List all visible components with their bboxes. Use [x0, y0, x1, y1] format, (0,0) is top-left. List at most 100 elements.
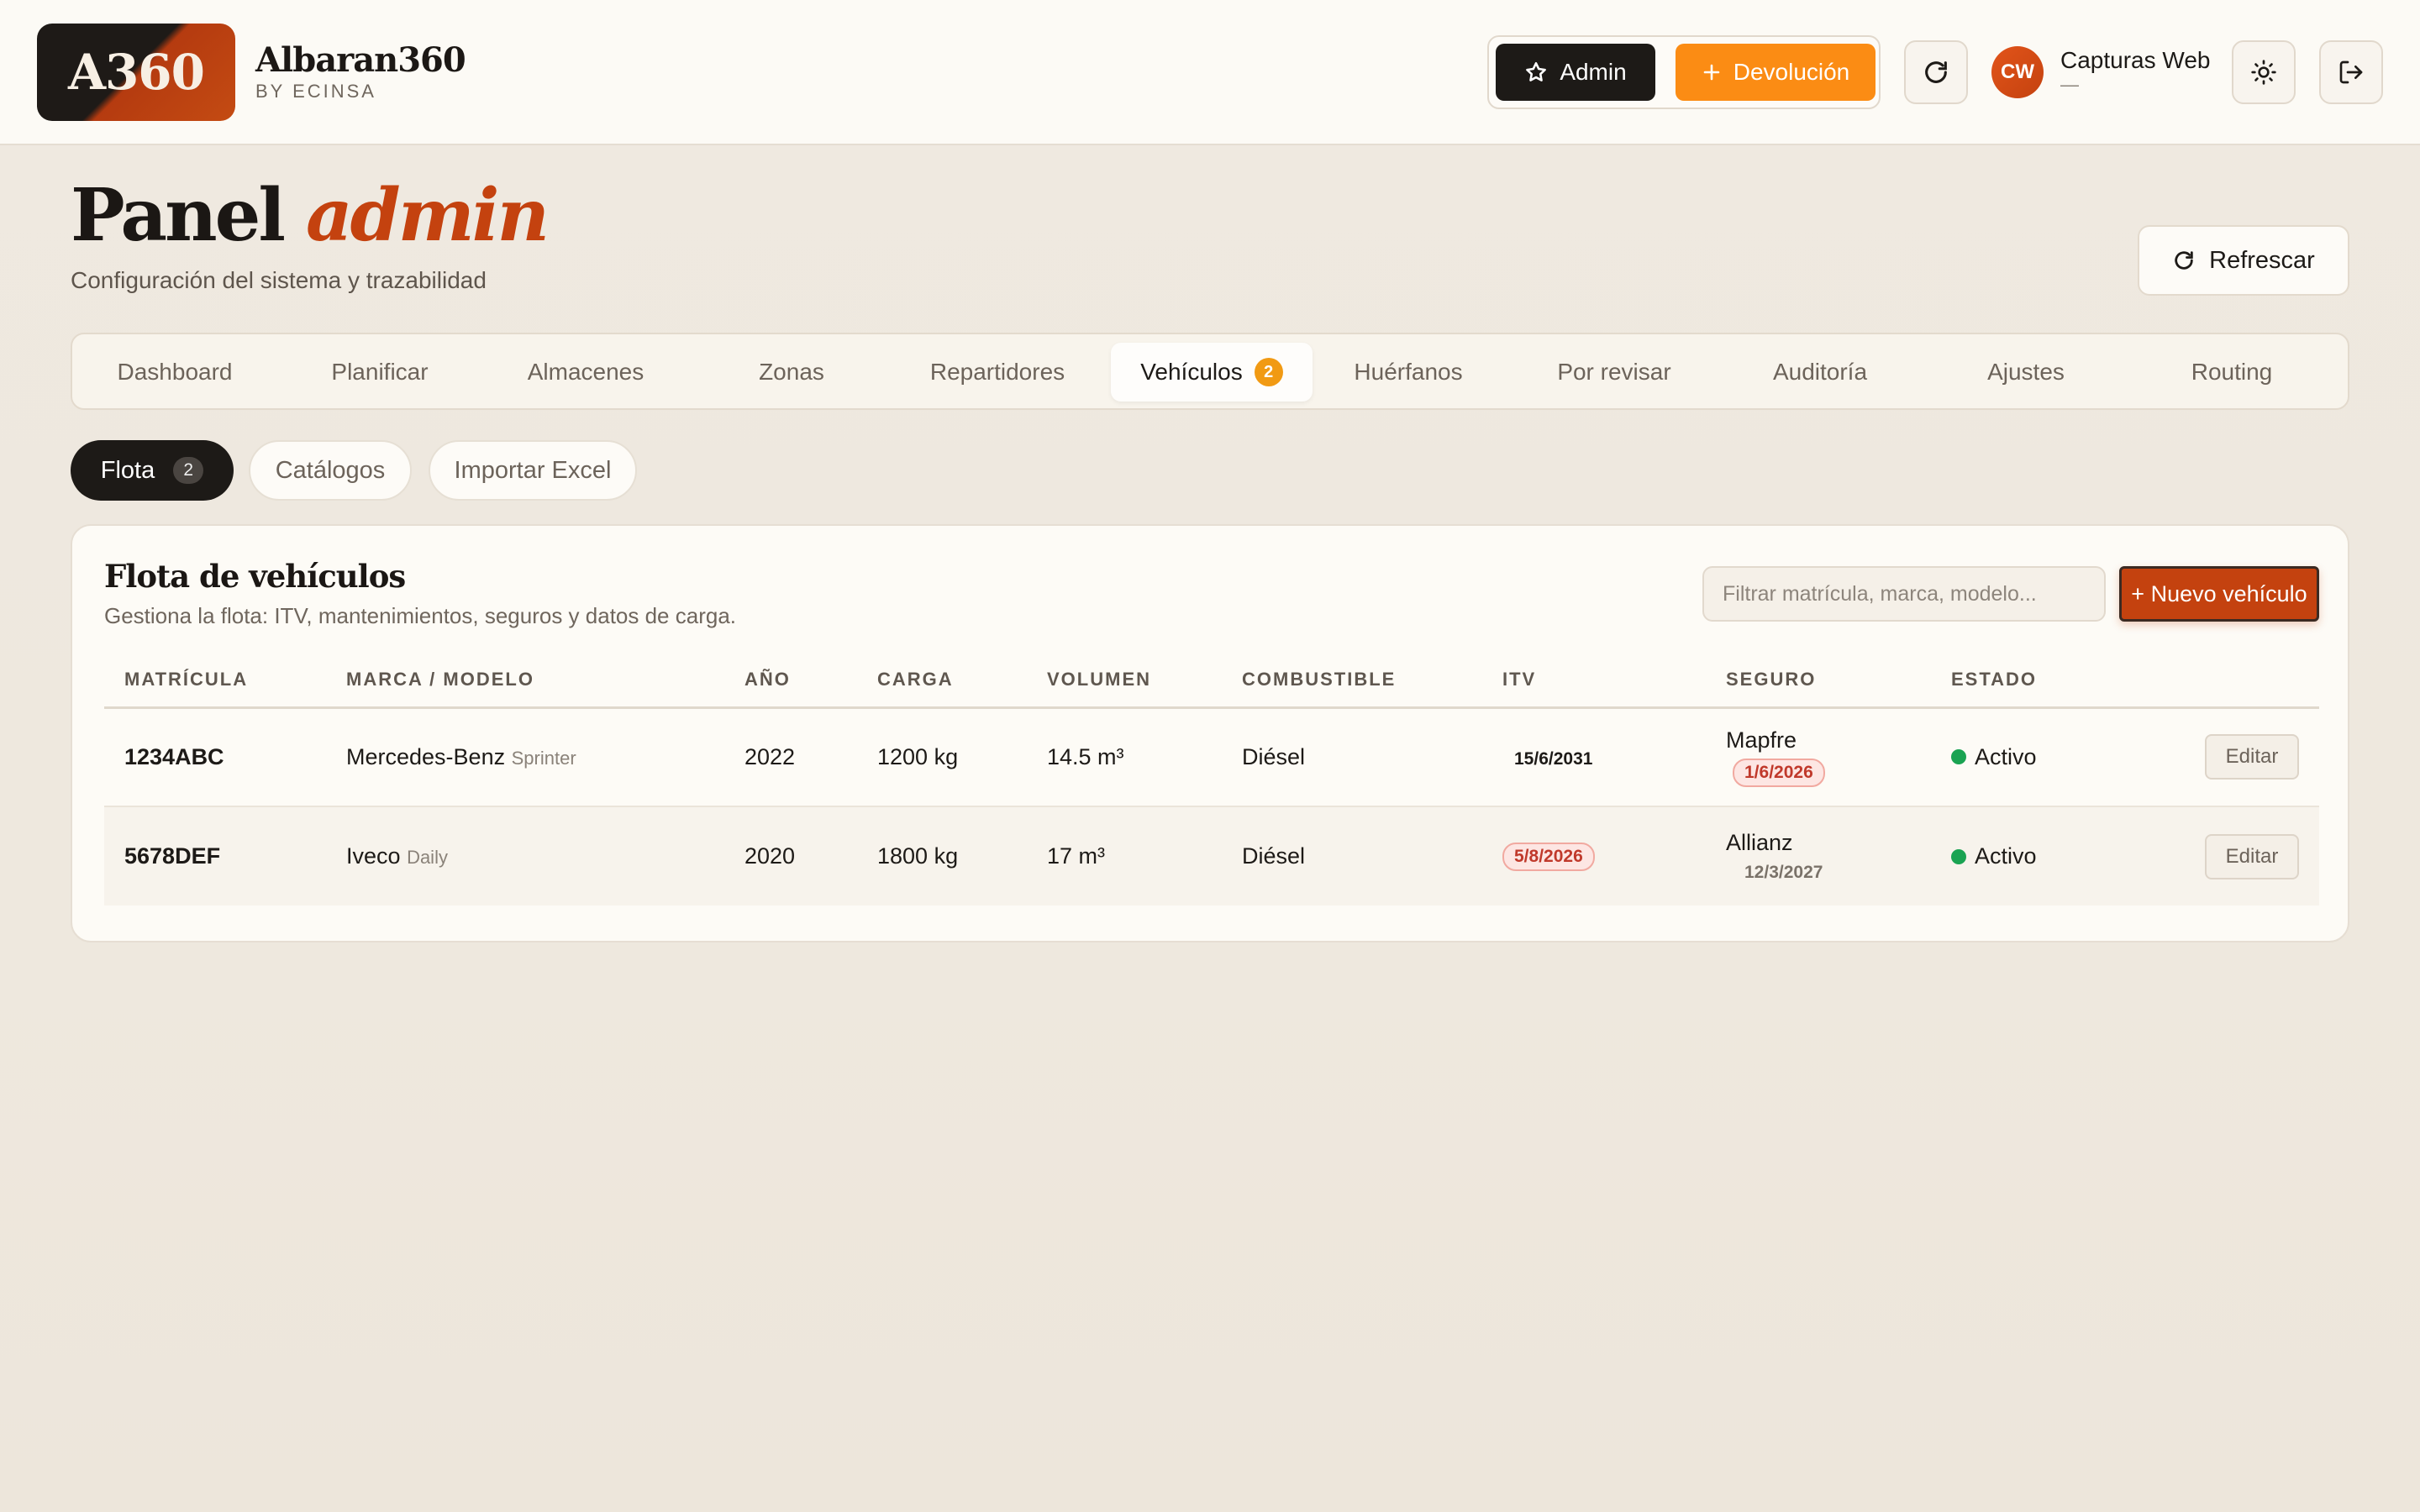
column-header[interactable]: ITV [1482, 654, 1706, 709]
devolucion-button[interactable]: Devolución [1676, 44, 1876, 101]
column-header-actions [2149, 654, 2319, 709]
admin-label: Admin [1560, 59, 1627, 85]
plate-cell: 1234ABC [104, 707, 326, 807]
edit-button[interactable]: Editar [2205, 833, 2299, 879]
refresh-button[interactable]: Refrescar [2138, 225, 2349, 296]
itv-cell: 5/8/2026 [1482, 806, 1706, 906]
refresh-icon [2175, 251, 2193, 270]
card-title: Flota de vehículos [104, 558, 406, 595]
tab-ajustes[interactable]: Ajustes [1925, 343, 2127, 402]
tab-label: Repartidores [929, 359, 1065, 385]
volume-cell: 14.5 m³ [1027, 707, 1222, 807]
page-subtitle: Configuración del sistema y trazabilidad [71, 267, 487, 293]
edit-button[interactable]: Editar [2205, 734, 2299, 780]
actions-cell: Editar [2149, 707, 2319, 807]
vehicle-brand: Iveco [346, 843, 401, 869]
vehicle-model: Daily [407, 847, 448, 868]
column-header[interactable]: MATRÍCULA [104, 654, 326, 709]
column-header[interactable]: CARGA [857, 654, 1027, 709]
tab-label: Zonas [759, 359, 824, 385]
subtab-catalogos[interactable]: Catálogos [249, 440, 412, 501]
user-sub: — [2060, 74, 2079, 95]
role-switcher: Admin Devolución [1487, 35, 1881, 109]
tab-almacenes[interactable]: Almacenes [485, 343, 687, 402]
insurance-cell: Mapfre 1/6/2026 [1706, 707, 1931, 807]
tab-auditoria[interactable]: Auditoría [1719, 343, 1921, 402]
status-label: Activo [1975, 843, 2037, 869]
status-dot-icon [1951, 848, 1966, 864]
status-badge: Activo [1951, 744, 2129, 770]
brand-name: Albaran360 [255, 40, 466, 80]
avatar[interactable]: CW [1991, 46, 2044, 98]
refresh-label: Refrescar [2209, 246, 2315, 274]
tab-label: Auditoría [1772, 359, 1868, 385]
admin-button[interactable]: Admin [1496, 44, 1655, 101]
card-subtitle: Gestiona la flota: ITV, mantenimientos, … [104, 603, 737, 628]
column-header[interactable]: SEGURO [1706, 654, 1931, 709]
status-dot-icon [1951, 749, 1966, 765]
tab-label: Ajustes [1987, 359, 2065, 385]
top-bar: A360 Albaran360 BY ECINSA Admin Devoluci… [0, 0, 2420, 145]
page-title-accent: admin [305, 173, 550, 258]
subtab-flota[interactable]: Flota 2 [71, 440, 234, 501]
subtab-importar-excel[interactable]: Importar Excel [429, 440, 637, 501]
status-cell: Activo [1931, 806, 2149, 906]
tab-dashboard[interactable]: Dashboard [74, 343, 276, 402]
tab-por-revisar[interactable]: Por revisar [1513, 343, 1715, 402]
tab-huerfanos[interactable]: Huérfanos [1307, 343, 1509, 402]
sun-icon [2251, 60, 2276, 85]
subtab-label: Catálogos [275, 456, 386, 484]
column-header[interactable]: ESTADO [1931, 654, 2149, 709]
tab-zonas[interactable]: Zonas [691, 343, 892, 402]
tab-count-badge: 2 [1254, 358, 1283, 386]
actions-cell: Editar [2149, 806, 2319, 906]
refresh-icon [1925, 61, 1947, 83]
logo[interactable]: A360 [37, 24, 235, 121]
tab-label: Dashboard [117, 359, 233, 385]
logout-icon [2339, 60, 2363, 84]
insurer-name: Allianz [1726, 830, 1793, 855]
column-header[interactable]: AÑO [724, 654, 857, 709]
tab-routing[interactable]: Routing [2131, 343, 2333, 402]
logo-text: A360 [67, 44, 205, 101]
status-label: Activo [1975, 743, 2037, 769]
brand-sub: BY ECINSA [255, 81, 376, 102]
subtab-count: 2 [173, 457, 204, 484]
table-row[interactable]: 5678DEF Iveco Daily 2020 1800 kg 17 m³ D… [104, 806, 2319, 906]
tab-planificar[interactable]: Planificar [279, 343, 481, 402]
user-name: Capturas Web [2060, 47, 2211, 73]
itv-date: 15/6/2031 [1514, 748, 1593, 769]
tab-label: Almacenes [527, 359, 644, 385]
tab-vehiculos[interactable]: Vehículos 2 [1111, 343, 1313, 402]
fuel-cell: Diésel [1222, 707, 1482, 807]
column-header[interactable]: COMBUSTIBLE [1222, 654, 1482, 709]
tab-repartidores[interactable]: Repartidores [897, 343, 1098, 402]
reload-button[interactable] [1904, 40, 1968, 104]
table-row[interactable]: 1234ABC Mercedes-Benz Sprinter 2022 1200… [104, 707, 2319, 807]
volume-cell: 17 m³ [1027, 806, 1222, 906]
itv-cell: 15/6/2031 [1482, 707, 1706, 807]
brand-model-cell: Iveco Daily [326, 806, 724, 906]
subtab-label: Flota [100, 456, 155, 484]
fleet-table: MATRÍCULA MARCA / MODELO AÑO CARGA VOLUM… [104, 654, 2319, 906]
main-tabs: Dashboard Planificar Almacenes Zonas Rep… [71, 333, 2349, 410]
logout-button[interactable] [2319, 40, 2383, 104]
plus-icon [1703, 64, 1720, 81]
column-header[interactable]: MARCA / MODELO [326, 654, 724, 709]
plate-cell: 5678DEF [104, 806, 326, 906]
filter-input[interactable] [1702, 566, 2106, 622]
theme-toggle-button[interactable] [2232, 40, 2296, 104]
tab-label: Planificar [331, 359, 429, 385]
load-cell: 1800 kg [857, 806, 1027, 906]
tab-label: Routing [2191, 359, 2273, 385]
new-vehicle-button[interactable]: + Nuevo vehículo [2119, 566, 2319, 622]
devolucion-label: Devolución [1733, 59, 1850, 85]
insurance-date: 12/3/2027 [1744, 863, 1823, 882]
column-header[interactable]: VOLUMEN [1027, 654, 1222, 709]
star-icon [1526, 61, 1547, 81]
insurer-name: Mapfre [1726, 727, 1797, 753]
brand-model-cell: Mercedes-Benz Sprinter [326, 707, 724, 807]
tab-label: Vehículos [1140, 359, 1243, 385]
vehicle-model: Sprinter [511, 747, 576, 769]
tab-label: Por revisar [1557, 359, 1671, 385]
